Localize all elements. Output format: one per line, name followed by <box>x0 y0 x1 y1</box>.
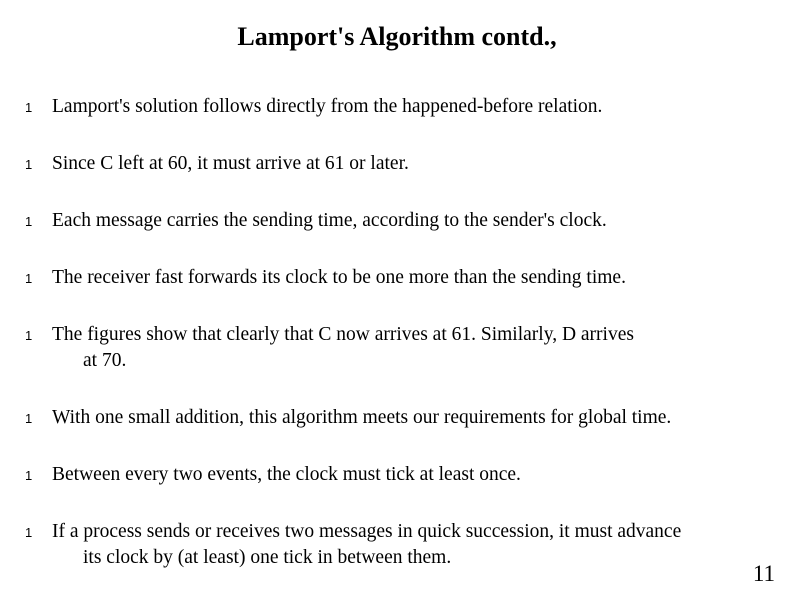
list-item: 1 The figures show that clearly that C n… <box>22 322 782 374</box>
list-item-text: The figures show that clearly that C now… <box>52 322 782 374</box>
list-item: 1 If a process sends or receives two mes… <box>22 519 782 571</box>
list-item: 1 The receiver fast forwards its clock t… <box>22 265 782 291</box>
bullet-marker-icon: 1 <box>25 157 33 172</box>
bullet-marker-icon: 1 <box>25 214 33 229</box>
list-item-text: Between every two events, the clock must… <box>52 462 782 488</box>
list-item: 1 Since C left at 60, it must arrive at … <box>22 151 782 177</box>
bullet-marker-icon: 1 <box>25 100 33 115</box>
list-item-line-continued: at 70. <box>83 350 127 371</box>
slide: Lamport's Algorithm contd., 1 Lamport's … <box>0 0 794 595</box>
bullet-list: 1 Lamport's solution follows directly fr… <box>22 94 782 571</box>
list-item-text: Since C left at 60, it must arrive at 61… <box>52 151 782 177</box>
bullet-marker-icon: 1 <box>25 271 33 286</box>
list-item-text: Lamport's solution follows directly from… <box>52 94 782 120</box>
list-item: 1 Lamport's solution follows directly fr… <box>22 94 782 120</box>
list-item: 1 Each message carries the sending time,… <box>22 208 782 234</box>
page-number: 11 <box>752 561 775 586</box>
list-item-text: The receiver fast forwards its clock to … <box>52 265 782 291</box>
list-item-line: If a process sends or receives two messa… <box>52 521 682 542</box>
list-item-text: If a process sends or receives two messa… <box>52 519 782 571</box>
list-item-line-continued: its clock by (at least) one tick in betw… <box>83 547 452 568</box>
bullet-marker-icon: 1 <box>25 328 33 343</box>
list-item-line: Lamport's solution follows directly from… <box>52 96 603 117</box>
list-item-line: Since C left at 60, it must arrive at 61… <box>52 153 409 174</box>
list-item-line: The receiver fast forwards its clock to … <box>52 267 626 288</box>
bullet-marker-icon: 1 <box>25 411 33 426</box>
bullet-marker-icon: 1 <box>25 468 33 483</box>
list-item-line: The figures show that clearly that C now… <box>52 324 634 345</box>
list-item-text: Each message carries the sending time, a… <box>52 208 782 234</box>
list-item-line: Between every two events, the clock must… <box>52 464 521 485</box>
list-item-line: Each message carries the sending time, a… <box>52 210 607 231</box>
page-title: Lamport's Algorithm contd., <box>237 22 557 51</box>
list-item: 1 Between every two events, the clock mu… <box>22 462 782 488</box>
list-item-line: With one small addition, this algorithm … <box>52 407 672 428</box>
list-item: 1 With one small addition, this algorith… <box>22 405 782 431</box>
bullet-marker-icon: 1 <box>25 525 33 540</box>
list-item-text: With one small addition, this algorithm … <box>52 405 782 431</box>
